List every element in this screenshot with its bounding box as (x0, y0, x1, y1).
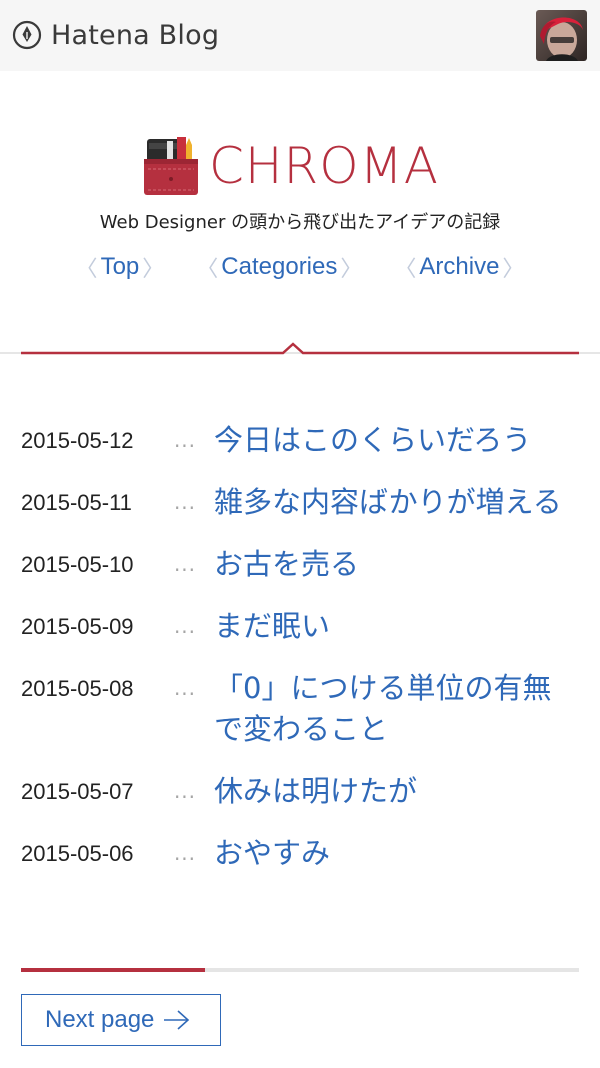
next-page-button[interactable]: Next page (21, 994, 221, 1046)
hatena-blog-logo-link[interactable]: Hatena Blog (12, 18, 219, 52)
list-item: 2015-05-12 ... 今日はこのくらいだろう (21, 420, 581, 461)
nav-item-archive[interactable]: 〈 Archive 〉 (391, 251, 527, 283)
entry-title-link[interactable]: 雑多な内容ばかりが増える (214, 482, 581, 523)
nav-label: Categories (221, 253, 338, 280)
nav-item-categories[interactable]: 〈 Categories 〉 (193, 251, 365, 283)
entry-date: 2015-05-08 (21, 676, 134, 701)
entry-date: 2015-05-09 (21, 614, 134, 639)
bracket-right-icon: 〉 (340, 257, 363, 282)
pencil-case-icon (144, 137, 198, 195)
global-nav: 〈 Top 〉 〈 Categories 〉 〈 Archive 〉 (0, 251, 600, 283)
blog-logo-link[interactable]: CHROMA (143, 135, 439, 197)
entry-list: 2015-05-12 ... 今日はこのくらいだろう 2015-05-11 ..… (21, 420, 581, 895)
blog-tagline: Web Designer の頭から飛び出たアイデアの記録 (99, 212, 501, 233)
top-bar: Hatena Blog (0, 0, 600, 71)
list-item: 2015-05-08 ... 「0」につける単位の有無で変わること (21, 668, 581, 750)
entry-title-link[interactable]: お古を売る (214, 544, 581, 585)
entry-separator: ... (173, 841, 197, 865)
nav-item-top[interactable]: 〈 Top 〉 (73, 251, 168, 283)
list-item: 2015-05-11 ... 雑多な内容ばかりが増える (21, 482, 581, 523)
entry-title-link[interactable]: 休みは明けたが (214, 771, 581, 812)
entry-separator: ... (173, 614, 197, 638)
pager-divider-accent (21, 968, 205, 972)
list-item: 2015-05-09 ... まだ眠い (21, 606, 581, 647)
entry-date: 2015-05-12 (21, 428, 134, 453)
bracket-left-icon: 〈 (196, 257, 219, 282)
brand-name: Hatena Blog (51, 19, 220, 51)
bracket-left-icon: 〈 (394, 257, 417, 282)
entry-title-link[interactable]: 今日はこのくらいだろう (214, 420, 581, 461)
list-item: 2015-05-06 ... おやすみ (21, 833, 581, 874)
pager-divider (21, 968, 579, 972)
header-divider (0, 342, 600, 355)
bracket-left-icon: 〈 (75, 257, 98, 282)
hatena-pen-icon (12, 20, 42, 50)
entry-title-link[interactable]: まだ眠い (214, 606, 581, 647)
bracket-right-icon: 〉 (502, 257, 525, 282)
entry-separator: ... (173, 428, 197, 452)
entry-separator: ... (173, 779, 197, 803)
entry-separator: ... (173, 552, 197, 576)
nav-label: Top (100, 253, 140, 280)
list-item: 2015-05-07 ... 休みは明けたが (21, 771, 581, 812)
list-item: 2015-05-10 ... お古を売る (21, 544, 581, 585)
entry-date: 2015-05-11 (21, 490, 132, 515)
next-page-label: Next page (45, 1006, 155, 1033)
entry-date: 2015-05-10 (21, 552, 134, 577)
entry-date: 2015-05-06 (21, 841, 134, 866)
entry-title-link[interactable]: 「0」につける単位の有無で変わること (214, 668, 581, 750)
blog-title: CHROMA (209, 137, 439, 195)
avatar[interactable] (536, 10, 587, 61)
entry-title-link[interactable]: おやすみ (214, 833, 581, 874)
arrow-right-icon (164, 1010, 190, 1030)
entry-separator: ... (173, 490, 197, 514)
nav-label: Archive (419, 253, 500, 280)
entry-separator: ... (173, 676, 197, 700)
entry-date: 2015-05-07 (21, 779, 134, 804)
blog-header: CHROMA Web Designer の頭から飛び出たアイデアの記録 〈 To… (0, 71, 600, 361)
avatar-image (536, 10, 587, 61)
bracket-right-icon: 〉 (142, 257, 165, 282)
